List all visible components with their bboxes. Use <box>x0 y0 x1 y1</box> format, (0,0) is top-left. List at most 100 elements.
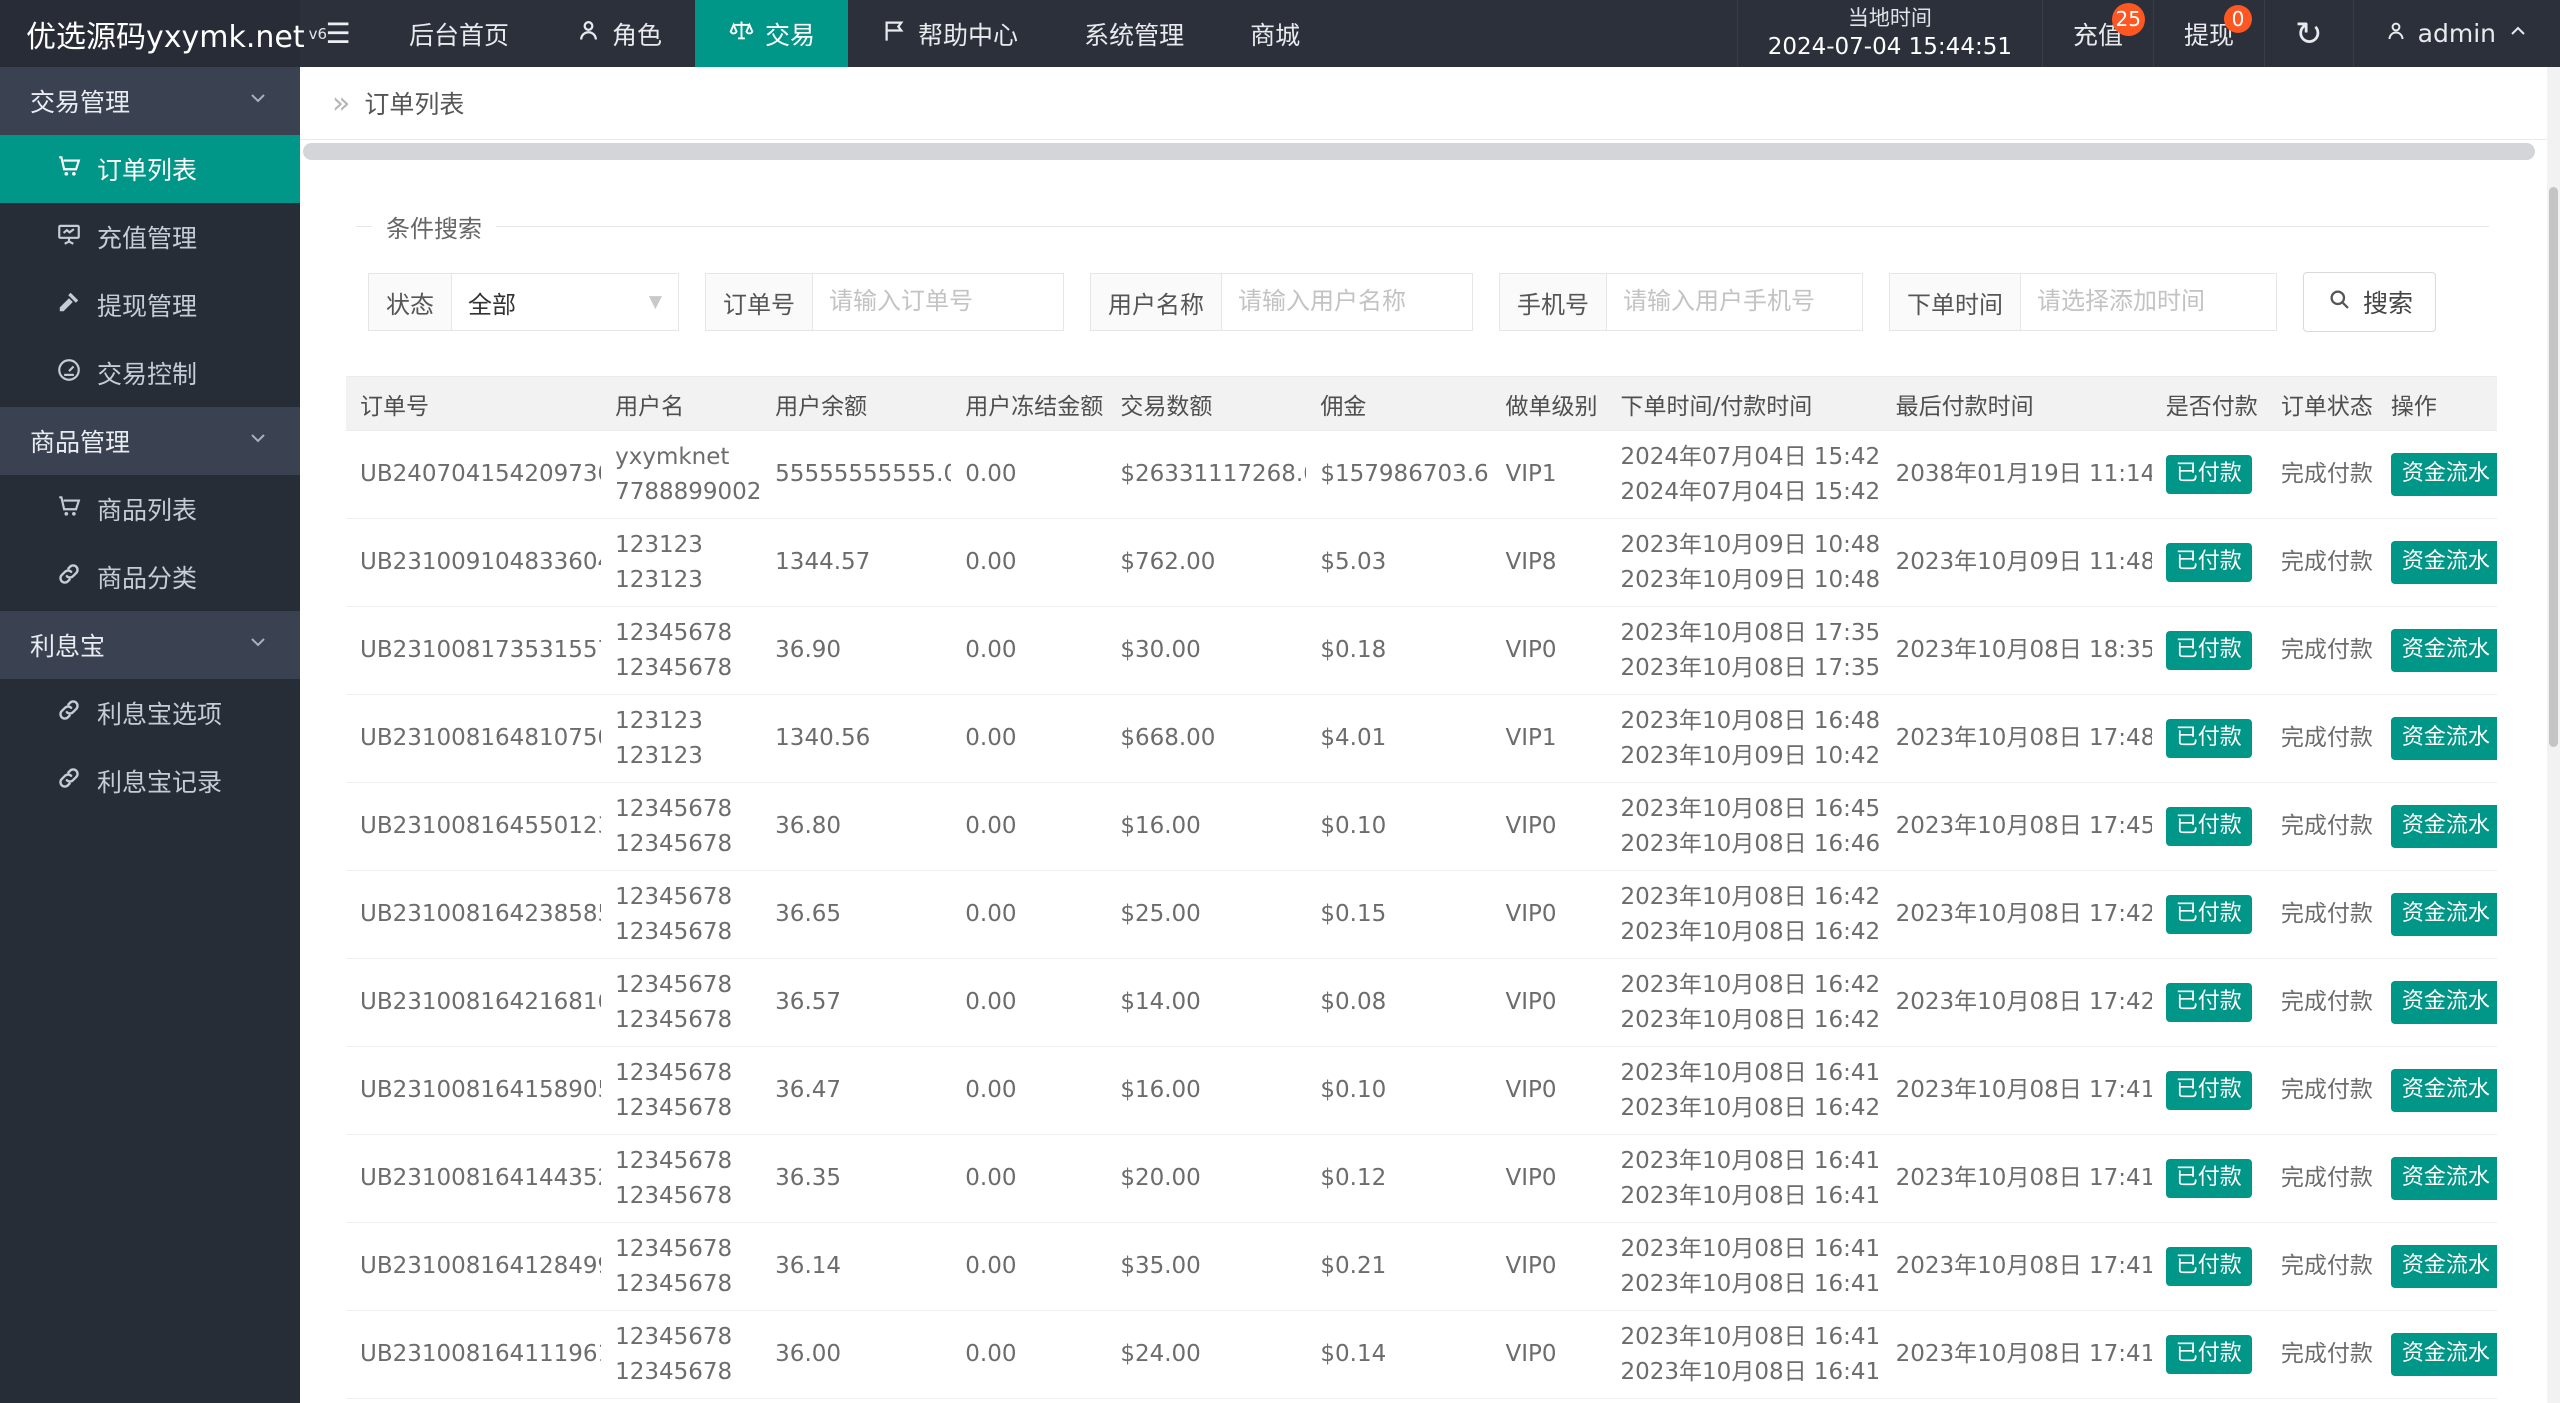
orders-table: 订单号 用户名 用户余额 用户冻结金额 交易数额 佣金 做单级别 下单时间/付款时间 最后付款时… <box>346 376 2497 1403</box>
hamburger-icon: ☰ <box>325 17 351 50</box>
last-pay-time-cell: 2023年10月08日 17:42:38 <box>1881 870 2152 959</box>
sidebar-item-product-list[interactable]: 商品列表 <box>0 475 300 543</box>
order-no-filter-group: 订单号 <box>705 273 1064 331</box>
order-no-filter-label: 订单号 <box>706 274 813 330</box>
order-no-cell: UB2310081648107503 <box>346 694 602 783</box>
sidebar-group-product-management[interactable]: 商品管理 <box>0 407 300 475</box>
order-time-filter-label: 下单时间 <box>1890 274 2021 330</box>
funds-flow-button[interactable]: 资金流水 <box>2390 893 2497 936</box>
frozen-amount-cell: 0.00 <box>951 430 1107 519</box>
vip-level-cell: VIP0 <box>1491 870 1607 959</box>
username-cell: 12345678 12345678 <box>601 1222 762 1311</box>
nav-item-help-center[interactable]: 帮助中心 <box>848 0 1051 67</box>
table-row: UB2310081641589055 12345678 12345678 36.4… <box>346 1046 2497 1135</box>
nav-item-mall[interactable]: 商城 <box>1217 0 1333 67</box>
balance-cell: 36.35 <box>761 1134 952 1223</box>
sidebar-item-withdraw-management[interactable]: 提现管理 <box>0 271 300 339</box>
paid-status-cell: 已付款 <box>2151 430 2267 519</box>
funds-flow-button[interactable]: 资金流水 <box>2390 541 2497 584</box>
sidebar-item-order-list[interactable]: 订单列表 <box>0 135 300 203</box>
commission-cell: $0.10 <box>1306 782 1492 871</box>
recharge-menu[interactable]: 充值 25 <box>2041 0 2153 67</box>
status-select[interactable]: 全部 ▼ <box>452 274 678 330</box>
funds-flow-button[interactable]: 资金流水 <box>2390 981 2497 1024</box>
sidebar-item-recharge-management[interactable]: 充值管理 <box>0 203 300 271</box>
search-panel-title: 条件搜索 <box>386 215 482 243</box>
link-icon <box>56 765 82 797</box>
paid-status-badge: 已付款 <box>2165 983 2252 1022</box>
phone-input[interactable] <box>1607 274 1862 330</box>
search-button-label: 搜索 <box>2363 289 2414 318</box>
commission-cell: $0.21 <box>1306 1222 1492 1311</box>
sidebar-group-trade-management[interactable]: 交易管理 <box>0 67 300 135</box>
nav-item-trade[interactable]: 交易 <box>695 0 849 67</box>
vip-level-cell <box>1491 1398 1607 1403</box>
action-cell: 资金流水 <box>2376 606 2497 695</box>
vertical-scrollbar[interactable] <box>2547 67 2560 1403</box>
paid-status-badge: 已付款 <box>2165 455 2252 494</box>
sidebar-item-interest-records[interactable]: 利息宝记录 <box>0 747 300 815</box>
funds-flow-button[interactable]: 资金流水 <box>2390 805 2497 848</box>
last-pay-time-cell: 2023年10月08日 17:41:58 <box>1881 1046 2152 1135</box>
nav-item-roles[interactable]: 角色 <box>542 0 695 67</box>
app-logo-text: 优选源码yxymk.net <box>26 19 305 55</box>
funds-flow-button[interactable]: 资金流水 <box>2390 1157 2497 1200</box>
order-status-cell: 完成付款 <box>2266 694 2377 783</box>
vip-level-cell: VIP0 <box>1491 1310 1607 1399</box>
order-no-input[interactable] <box>813 274 1063 330</box>
balance-cell <box>761 1398 952 1403</box>
commission-cell: $157986703.61 <box>1306 430 1492 519</box>
username-cell: yxymknet 7788899002 <box>601 430 762 519</box>
action-cell <box>2376 1398 2497 1403</box>
sidebar-item-trade-control[interactable]: 交易控制 <box>0 339 300 407</box>
commission-cell: $5.03 <box>1306 518 1492 607</box>
app-logo: 优选源码yxymk.net v6 <box>0 0 327 67</box>
sidebar-item-product-category[interactable]: 商品分类 <box>0 543 300 611</box>
column-header: 是否付款 <box>2151 376 2267 431</box>
frozen-amount-cell: 0.00 <box>951 1134 1107 1223</box>
nav-item-home[interactable]: 后台首页 <box>376 0 542 67</box>
paid-status-cell: 已付款 <box>2151 1134 2267 1223</box>
search-button[interactable]: 搜索 <box>2303 272 2437 332</box>
table-row: UB2407041542097300 yxymknet 7788899002 55… <box>346 430 2497 519</box>
order-time-filter-group: 下单时间 <box>1889 273 2277 331</box>
order-no-cell <box>346 1398 602 1403</box>
refresh-button[interactable]: ↻ <box>2264 0 2353 67</box>
order-time-cell: 2024年07月04日 15:42:092024年07月04日 15:42:19 <box>1606 430 1882 519</box>
funds-flow-button[interactable]: 资金流水 <box>2390 629 2497 672</box>
horizontal-scrollbar[interactable] <box>303 143 2535 160</box>
withdraw-menu[interactable]: 提现 0 <box>2152 0 2264 67</box>
funds-flow-button[interactable]: 资金流水 <box>2390 1333 2497 1376</box>
sidebar-group-interest-treasure[interactable]: 利息宝 <box>0 611 300 679</box>
funds-flow-button[interactable]: 资金流水 <box>2390 717 2497 760</box>
action-cell: 资金流水 <box>2376 782 2497 871</box>
person-icon <box>575 17 602 50</box>
column-header: 操作 <box>2376 376 2497 431</box>
paid-status-badge: 已付款 <box>2165 631 2252 670</box>
user-name-filter-group: 用户名称 <box>1090 273 1473 331</box>
last-pay-time-cell: 2023年10月08日 17:41:11 <box>1881 1310 2152 1399</box>
sidebar-toggle-button[interactable]: ☰ <box>300 0 376 67</box>
commission-cell <box>1306 1398 1492 1403</box>
order-status-cell: 完成付款 <box>2266 430 2377 519</box>
breadcrumb: » 订单列表 <box>300 67 2547 140</box>
column-header: 交易数额 <box>1106 376 1307 431</box>
user-menu[interactable]: admin <box>2352 0 2560 67</box>
trade-amount-cell <box>1106 1398 1307 1403</box>
user-name-input[interactable] <box>1222 274 1472 330</box>
order-time-cell: 2023年10月08日 16:41:112023年10月08日 16:41:21 <box>1606 1310 1882 1399</box>
vip-level-cell: VIP0 <box>1491 782 1607 871</box>
commission-cell: $0.18 <box>1306 606 1492 695</box>
gauge-icon <box>56 357 82 389</box>
funds-flow-button[interactable]: 资金流水 <box>2390 453 2497 496</box>
vertical-scrollbar-thumb[interactable] <box>2549 187 2558 747</box>
nav-item-system[interactable]: 系统管理 <box>1051 0 1217 67</box>
frozen-amount-cell: 0.00 <box>951 1046 1107 1135</box>
trade-amount-cell: $30.00 <box>1106 606 1307 695</box>
funds-flow-button[interactable]: 资金流水 <box>2390 1069 2497 1112</box>
funds-flow-button[interactable]: 资金流水 <box>2390 1245 2497 1288</box>
local-time-label: 当地时间 <box>1847 5 1932 30</box>
sidebar-item-label: 利息宝选项 <box>97 700 223 729</box>
sidebar-item-interest-options[interactable]: 利息宝选项 <box>0 679 300 747</box>
order-time-input[interactable] <box>2021 274 2276 330</box>
